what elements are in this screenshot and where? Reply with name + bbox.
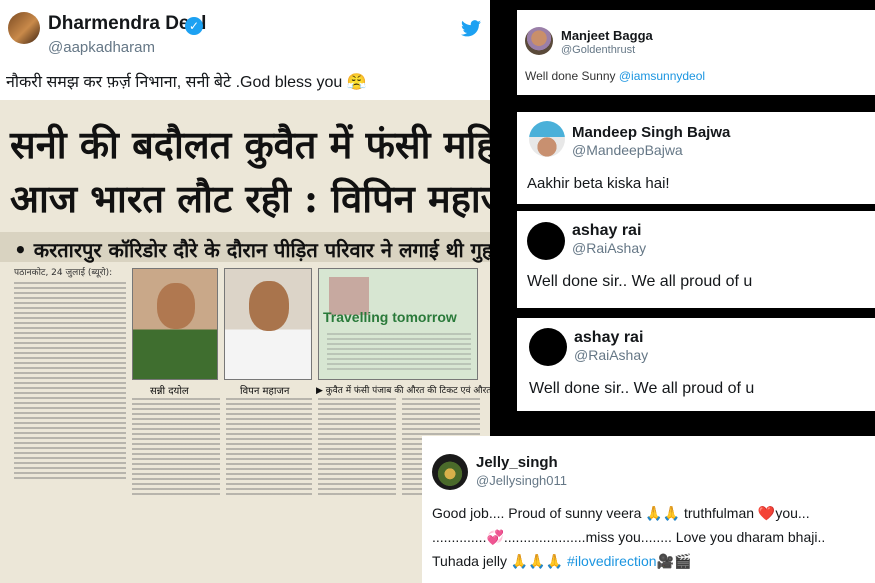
reply-author-handle[interactable]: @MandeepBajwa [572, 142, 683, 158]
avatar[interactable] [529, 121, 565, 157]
news-column-1 [14, 282, 126, 482]
reply-card: Manjeet Bagga @Goldenthrust Well done Su… [517, 10, 875, 95]
news-headline-line1: सनी की बदौलत कुवैत में फंसी महिला [10, 122, 490, 167]
news-column-3 [226, 398, 312, 498]
reply-card: ashay rai @RaiAshay Well done sir.. We a… [517, 318, 875, 411]
reply-text-line1: Good job.... Proud of sunny veera 🙏🙏 tru… [432, 505, 810, 521]
tweet-author-name[interactable]: Dharmendra Deol [48, 13, 206, 35]
news-column-2 [132, 398, 220, 498]
reply-text: Aakhir beta kiska hai! [527, 175, 670, 192]
news-column-4 [318, 398, 396, 498]
reply-author-name[interactable]: Mandeep Singh Bajwa [572, 124, 730, 141]
reply-text: Well done sir.. We all proud of u [529, 380, 755, 397]
reply-card: Mandeep Singh Bajwa @MandeepBajwa Aakhir… [517, 112, 875, 204]
vipin-mahajan-photo [224, 268, 312, 380]
photo2-caption: विपन महाजन [240, 386, 290, 397]
reply-text: Well done Sunny @iamsunnydeol [525, 69, 705, 83]
main-tweet-card: Dharmendra Deol ✓ @aapkadharam नौकरी समझ… [0, 0, 490, 583]
reply-text: Well done sir.. We all proud of u [527, 273, 753, 290]
newspaper-clipping-image: सनी की बदौलत कुवैत में फंसी महिला आज भार… [0, 100, 490, 583]
reply-author-name[interactable]: ashay rai [574, 329, 643, 347]
avatar[interactable] [432, 454, 468, 490]
photo1-caption: सन्नी दयोल [150, 386, 189, 397]
reply-author-handle[interactable]: @RaiAshay [574, 347, 648, 363]
verified-badge-icon: ✓ [185, 17, 203, 35]
ticket-overlay-text: Travelling tomorrow [323, 309, 457, 325]
reply-card: Jelly_singh @Jellysingh011 Good job.... … [422, 436, 875, 583]
ticket-photo: Travelling tomorrow [318, 268, 478, 380]
reply-text-line2: ..............💞.....................miss… [432, 529, 826, 545]
news-subhead: • करतारपुर कॉरिडोर दौरे के दौरान पीड़ित … [14, 238, 490, 262]
avatar[interactable] [527, 222, 565, 260]
reply-author-handle[interactable]: @Goldenthrust [561, 44, 635, 56]
reply-author-name[interactable]: ashay rai [572, 222, 641, 240]
reply-card: ashay rai @RaiAshay Well done sir.. We a… [517, 211, 875, 308]
reply-author-name[interactable]: Jelly_singh [476, 454, 558, 471]
reply-text-line3: Tuhada jelly 🙏🙏🙏 #ilovedirection🎥🎬 [432, 553, 691, 570]
reply-text-plain: Well done Sunny [525, 69, 619, 83]
avatar[interactable] [529, 328, 567, 366]
news-headline-line2: आज भारत लौट रही : विपिन महाजन [10, 176, 490, 221]
twitter-bird-icon[interactable] [461, 20, 481, 37]
news-dateline: पठानकोट, 24 जुलाई (ब्यूरो): [14, 268, 113, 278]
hashtag-link[interactable]: #ilovedirection [567, 553, 657, 569]
reply-author-name[interactable]: Manjeet Bagga [561, 28, 653, 43]
avatar[interactable] [8, 12, 40, 44]
news-subhead-bar: • करतारपुर कॉरिडोर दौरे के दौरान पीड़ित … [0, 232, 490, 262]
avatar[interactable] [525, 27, 553, 55]
photo3-caption: ▶ कुवैत में फंसी पंजाब की औरत की टिकट एव… [316, 386, 490, 396]
mention-link[interactable]: @iamsunnydeol [619, 69, 705, 83]
reply-author-handle[interactable]: @RaiAshay [572, 240, 646, 256]
tweet-author-handle[interactable]: @aapkadharam [48, 39, 155, 56]
tweet-text: नौकरी समझ कर फ़र्ज़ निभाना, सनी बेटे .Go… [6, 74, 367, 91]
sunny-deol-photo [132, 268, 218, 380]
reply-text-prefix: Tuhada jelly 🙏🙏🙏 [432, 553, 568, 569]
reply-author-handle[interactable]: @Jellysingh011 [476, 473, 567, 488]
reply-text-suffix: 🎥🎬 [656, 553, 692, 569]
